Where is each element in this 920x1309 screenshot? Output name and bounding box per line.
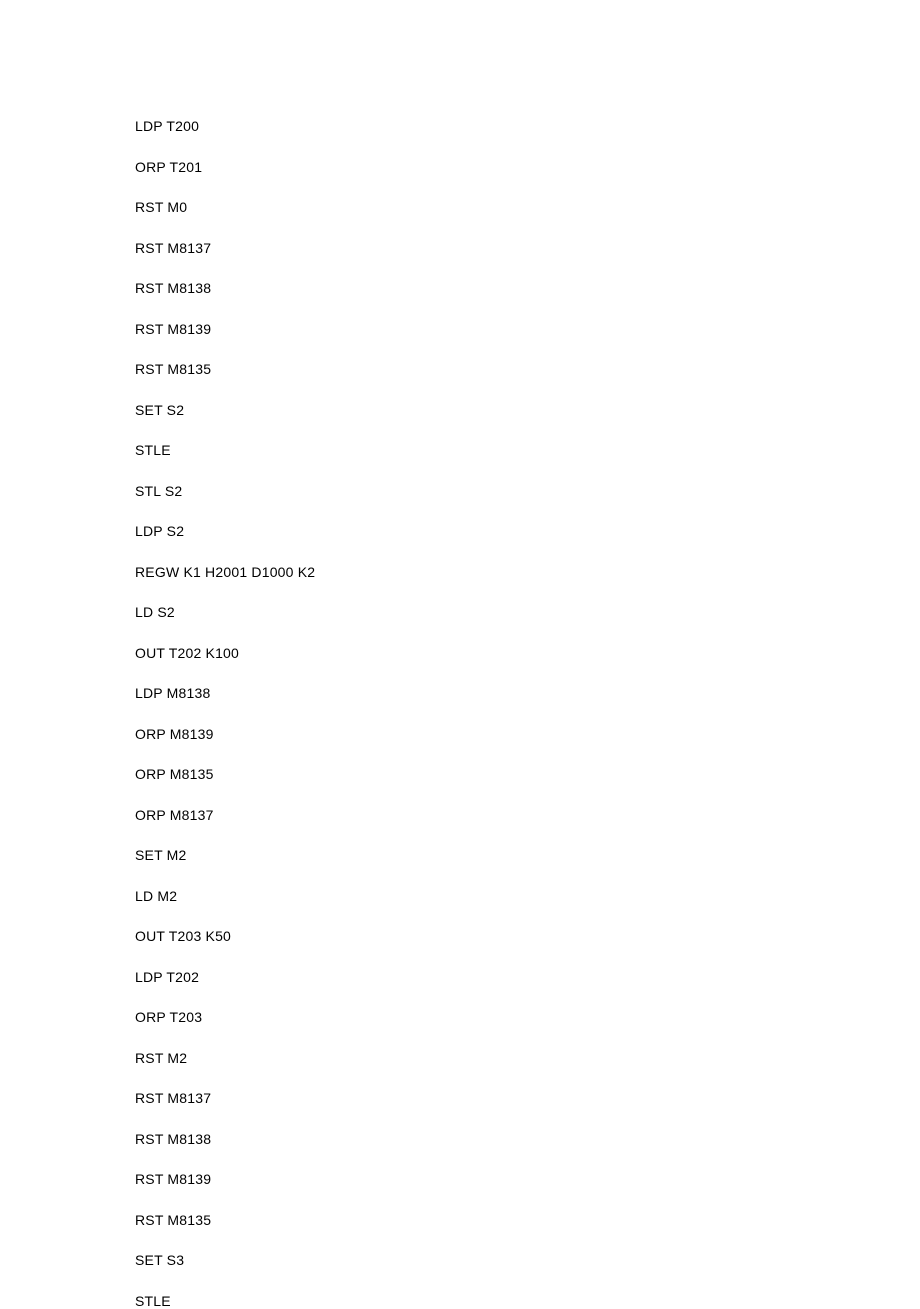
code-line: RST M8139 [135, 1171, 920, 1187]
code-line: LDP M8138 [135, 685, 920, 701]
code-line: RST M8139 [135, 321, 920, 337]
code-line: SET S3 [135, 1252, 920, 1268]
code-line: RST M8137 [135, 240, 920, 256]
code-line: STLE [135, 442, 920, 458]
code-line: LDP T202 [135, 969, 920, 985]
code-line: ORP M8135 [135, 766, 920, 782]
code-line: STLE [135, 1293, 920, 1309]
code-line: STL S2 [135, 483, 920, 499]
code-line: ORP M8137 [135, 807, 920, 823]
code-line: SET M2 [135, 847, 920, 863]
code-line: SET S2 [135, 402, 920, 418]
code-line: LDP T200 [135, 118, 920, 134]
code-line: ORP T203 [135, 1009, 920, 1025]
code-line: RST M8138 [135, 280, 920, 296]
code-line: RST M8135 [135, 1212, 920, 1228]
code-line: LD M2 [135, 888, 920, 904]
code-line: LD S2 [135, 604, 920, 620]
code-line: RST M8137 [135, 1090, 920, 1106]
code-listing: LDP T200 ORP T201 RST M0 RST M8137 RST M8138… [135, 118, 920, 1309]
code-line: ORP T201 [135, 159, 920, 175]
code-line: ORP M8139 [135, 726, 920, 742]
code-line: LDP S2 [135, 523, 920, 539]
code-line: RST M8135 [135, 361, 920, 377]
code-line: RST M8138 [135, 1131, 920, 1147]
code-line: RST M0 [135, 199, 920, 215]
code-line: RST M2 [135, 1050, 920, 1066]
code-line: OUT T203 K50 [135, 928, 920, 944]
code-line: REGW K1 H2001 D1000 K2 [135, 564, 920, 580]
code-line: OUT T202 K100 [135, 645, 920, 661]
